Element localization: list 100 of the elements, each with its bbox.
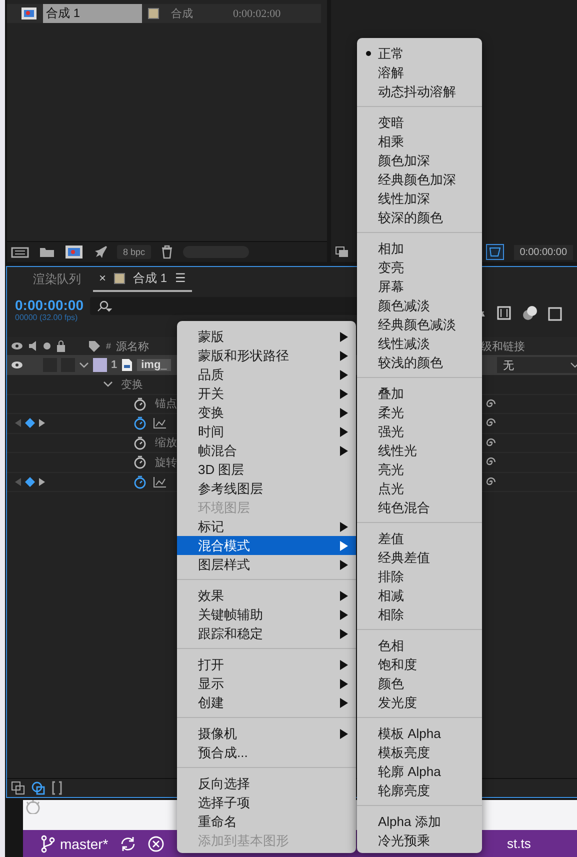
stopwatch-icon[interactable] bbox=[133, 396, 147, 411]
menu-item[interactable]: 3D 图层 bbox=[177, 460, 356, 479]
menu-item[interactable]: 冷光预乘 bbox=[357, 831, 482, 850]
menu-item[interactable]: 帧混合 bbox=[177, 441, 356, 460]
menu-item[interactable]: 正常 bbox=[357, 44, 482, 63]
menu-item[interactable]: 时间 bbox=[177, 422, 356, 441]
menu-item[interactable]: 预合成... bbox=[177, 743, 356, 762]
keyframe-icon[interactable] bbox=[25, 476, 35, 487]
menu-item[interactable]: 动态抖动溶解 bbox=[357, 82, 482, 101]
label-swatch[interactable] bbox=[93, 358, 107, 372]
menu-item[interactable]: 摄像机 bbox=[177, 724, 356, 743]
panel-tab[interactable]: 渲染队列 bbox=[27, 268, 87, 290]
menu-item[interactable]: 饱和度 bbox=[357, 655, 482, 674]
menu-item[interactable]: 创建 bbox=[177, 693, 356, 712]
pick-whip-icon[interactable] bbox=[485, 476, 497, 488]
motion-blur-icon[interactable] bbox=[522, 305, 538, 321]
menu-item[interactable]: 跟踪和稳定 bbox=[177, 624, 356, 643]
brackets-icon[interactable] bbox=[51, 781, 63, 795]
new-composition-icon[interactable] bbox=[65, 245, 83, 259]
eye-icon[interactable] bbox=[11, 360, 23, 370]
menu-item[interactable]: 亮光 bbox=[357, 460, 482, 479]
expand-caret-icon[interactable] bbox=[103, 380, 113, 388]
stopwatch-icon[interactable] bbox=[133, 416, 147, 430]
next-key-icon[interactable] bbox=[39, 419, 45, 428]
menu-item[interactable]: 关键帧辅助 bbox=[177, 605, 356, 624]
menu-item[interactable]: 线性加深 bbox=[357, 189, 482, 208]
menu-item[interactable]: 色相 bbox=[357, 636, 482, 655]
menu-item[interactable]: 叠加 bbox=[357, 384, 482, 403]
menu-item[interactable]: 变暗 bbox=[357, 113, 482, 132]
graph-icon[interactable] bbox=[153, 417, 167, 430]
menu-item[interactable]: 效果 bbox=[177, 586, 356, 605]
frame-blending-icon[interactable] bbox=[496, 305, 512, 321]
mask-path-icon[interactable] bbox=[486, 244, 504, 260]
interpret-footage-icon[interactable] bbox=[11, 246, 29, 258]
menu-item[interactable]: 参考线图层 bbox=[177, 479, 356, 498]
menu-item[interactable]: 强光 bbox=[357, 422, 482, 441]
menu-item[interactable]: 轮廓 Alpha bbox=[357, 762, 482, 781]
menu-item[interactable]: 模板 Alpha bbox=[357, 724, 482, 743]
bit-depth-button[interactable]: 8 bpc bbox=[117, 245, 152, 259]
next-key-icon[interactable] bbox=[39, 478, 45, 486]
pick-whip-icon[interactable] bbox=[485, 398, 497, 410]
menu-item[interactable]: 差值 bbox=[357, 529, 482, 548]
menu-item[interactable]: 模板亮度 bbox=[357, 743, 482, 762]
branch-button[interactable]: master* bbox=[41, 834, 108, 852]
menu-item[interactable]: 标记 bbox=[177, 517, 356, 536]
graph-icon[interactable] bbox=[153, 476, 167, 488]
menu-item[interactable]: 蒙版 bbox=[177, 327, 356, 346]
menu-item[interactable]: 颜色加深 bbox=[357, 151, 482, 170]
menu-item[interactable]: 显示 bbox=[177, 674, 356, 693]
menu-item[interactable]: 线性光 bbox=[357, 441, 482, 460]
layer-name[interactable]: img_ bbox=[137, 359, 171, 371]
menu-item[interactable]: 品质 bbox=[177, 365, 356, 384]
menu-item[interactable]: 变亮 bbox=[357, 258, 482, 277]
menu-item[interactable]: 经典颜色减淡 bbox=[357, 315, 482, 334]
rocket-icon[interactable] bbox=[93, 245, 107, 259]
menu-item[interactable]: 图层样式 bbox=[177, 555, 356, 574]
menu-item[interactable]: 颜色 bbox=[357, 674, 482, 693]
folder-icon[interactable] bbox=[39, 246, 55, 258]
menu-item[interactable]: 柔光 bbox=[357, 403, 482, 422]
trash-icon[interactable] bbox=[161, 245, 174, 259]
panel-tab[interactable]: × 合成 1 ☰ bbox=[93, 266, 192, 292]
current-timecode[interactable]: 0:00:00:00 bbox=[15, 297, 84, 313]
menu-item[interactable]: 屏幕 bbox=[357, 277, 482, 296]
error-icon[interactable] bbox=[148, 836, 164, 852]
comp-mini-icon[interactable] bbox=[11, 781, 25, 795]
project-item-name[interactable]: 合成 1 bbox=[43, 4, 142, 23]
menu-item[interactable]: 相乘 bbox=[357, 132, 482, 151]
menu-item[interactable]: 发光度 bbox=[357, 693, 482, 712]
menu-item[interactable]: 经典差值 bbox=[357, 548, 482, 567]
menu-item[interactable]: 蒙版和形状路径 bbox=[177, 346, 356, 365]
menu-item[interactable]: 较深的颜色 bbox=[357, 208, 482, 227]
menu-item[interactable]: 重命名 bbox=[177, 812, 356, 831]
viewer-timecode[interactable]: 0:00:00:00 bbox=[514, 244, 573, 260]
menu-item[interactable]: 开关 bbox=[177, 384, 356, 403]
menu-item[interactable]: 经典颜色加深 bbox=[357, 170, 482, 189]
menu-item[interactable]: 轮廓亮度 bbox=[357, 781, 482, 800]
menu-item[interactable]: 纯色混合 bbox=[357, 498, 482, 517]
menu-item[interactable]: 线性减淡 bbox=[357, 334, 482, 353]
menu-item[interactable]: 反向选择 bbox=[177, 774, 356, 793]
expand-caret-icon[interactable] bbox=[79, 361, 89, 369]
layers-icon[interactable] bbox=[335, 246, 349, 258]
stopwatch-icon[interactable] bbox=[133, 436, 147, 450]
menu-item[interactable]: 相除 bbox=[357, 605, 482, 624]
menu-item[interactable]: 相加 bbox=[357, 239, 482, 258]
graph-editor-icon[interactable] bbox=[548, 305, 562, 321]
sync-icon[interactable] bbox=[120, 836, 136, 852]
menu-item[interactable]: 较浅的颜色 bbox=[357, 353, 482, 372]
menu-item[interactable]: 混合模式 bbox=[177, 536, 356, 555]
layer-switches-icon[interactable] bbox=[31, 781, 45, 795]
file-name[interactable]: st.ts bbox=[507, 836, 531, 851]
project-row[interactable]: 合成 1 合成 0:00:02:00 bbox=[7, 4, 321, 23]
pick-whip-icon[interactable] bbox=[485, 436, 497, 449]
menu-item[interactable]: 相减 bbox=[357, 586, 482, 605]
menu-item[interactable]: 颜色减淡 bbox=[357, 296, 482, 315]
menu-item[interactable]: 变换 bbox=[177, 403, 356, 422]
menu-item[interactable]: 打开 bbox=[177, 655, 356, 674]
menu-item[interactable]: Alpha 添加 bbox=[357, 812, 482, 831]
menu-item[interactable]: 选择子项 bbox=[177, 793, 356, 812]
parent-dropdown[interactable]: 无 bbox=[497, 357, 577, 373]
stopwatch-icon[interactable] bbox=[133, 455, 147, 470]
